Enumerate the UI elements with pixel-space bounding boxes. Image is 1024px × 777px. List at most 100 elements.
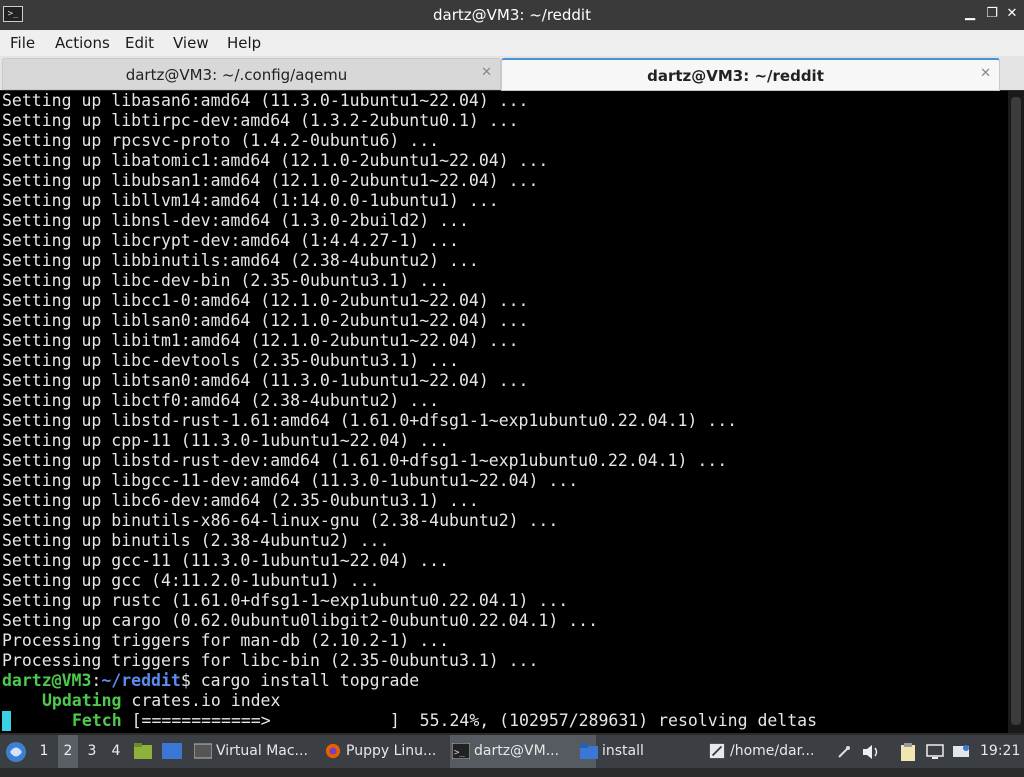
volume-icon bbox=[863, 745, 878, 759]
tab-aqemu[interactable]: dartz@VM3: ~/.config/aqemu ✕ bbox=[2, 58, 501, 90]
terminal-line: Setting up gcc (4:11.2.0-1ubuntu1) ... bbox=[2, 571, 380, 590]
menu-view[interactable]: View bbox=[173, 34, 209, 52]
terminal-line: Setting up libllvm14:amd64 (1:14.0.0-1ub… bbox=[2, 191, 499, 210]
tray-volume[interactable] bbox=[862, 735, 884, 768]
virtual-machine-icon bbox=[194, 743, 212, 759]
task-puppy-linux[interactable]: Puppy Linu... bbox=[322, 735, 468, 768]
terminal-line: Setting up gcc-11 (11.3.0-1ubuntu1~22.04… bbox=[2, 551, 450, 570]
task-install-folder[interactable]: install bbox=[578, 735, 724, 768]
close-button[interactable]: ✕ bbox=[1004, 6, 1020, 22]
terminal-line: Setting up libnsl-dev:amd64 (1.3.0-2buil… bbox=[2, 211, 469, 230]
terminal-line: Setting up libstd-rust-1.61:amd64 (1.61.… bbox=[2, 411, 738, 430]
terminal-icon: >_ bbox=[452, 743, 470, 759]
svg-text:>_: >_ bbox=[454, 748, 465, 758]
terminal-line: Setting up libcc1-0:amd64 (12.1.0-2ubunt… bbox=[2, 291, 529, 310]
terminal-line: Setting up binutils-x86-64-linux-gnu (2.… bbox=[2, 511, 559, 530]
tab-bar: dartz@VM3: ~/.config/aqemu ✕ dartz@VM3: … bbox=[0, 56, 1024, 91]
terminal-scrollbar[interactable] bbox=[1008, 91, 1024, 733]
start-menu-icon bbox=[6, 742, 26, 762]
file-manager-icon bbox=[134, 743, 152, 759]
clipboard-icon bbox=[901, 743, 915, 761]
workspace-4[interactable]: 4 bbox=[106, 735, 126, 768]
task-label: install bbox=[602, 743, 644, 759]
display-icon bbox=[926, 744, 944, 759]
terminal-line: Setting up libc-devtools (2.35-0ubuntu3.… bbox=[2, 351, 459, 370]
command-text: cargo install topgrade bbox=[190, 671, 420, 690]
color-picker-icon bbox=[838, 746, 850, 758]
fetch-label: Fetch bbox=[72, 711, 122, 730]
tab-reddit[interactable]: dartz@VM3: ~/reddit ✕ bbox=[501, 58, 1000, 91]
terminal-line: Processing triggers for libc-bin (2.35-0… bbox=[2, 651, 539, 670]
terminal-cursor bbox=[2, 711, 11, 731]
terminal-line: Setting up cargo (0.62.0ubuntu0libgit2-0… bbox=[2, 611, 599, 630]
terminal-output[interactable]: Setting up libasan6:amd64 (11.3.0-1ubunt… bbox=[0, 91, 1008, 733]
show-desktop-button[interactable] bbox=[162, 735, 184, 768]
taskbar: 1 2 3 4 Virtual Mac... Puppy Linu... >_ … bbox=[0, 735, 1024, 768]
terminal-line: Setting up binutils (2.38-4ubuntu2) ... bbox=[2, 531, 390, 550]
terminal-line: Setting up cpp-11 (11.3.0-1ubuntu1~22.04… bbox=[2, 431, 450, 450]
window-titlebar[interactable]: >_ dartz@VM3: ~/reddit ▁ ❐ ✕ bbox=[0, 0, 1024, 30]
task-label: Virtual Mac... bbox=[216, 743, 308, 759]
prompt-symbol: $ bbox=[180, 671, 191, 690]
task-label: /home/dar... bbox=[730, 743, 815, 759]
network-icon bbox=[953, 745, 969, 757]
prompt-line: dartz@VM3:~/reddit$ cargo install topgra… bbox=[2, 671, 419, 691]
terminal-line: Setting up libc-dev-bin (2.35-0ubuntu3.1… bbox=[2, 271, 450, 290]
workspace-1[interactable]: 1 bbox=[34, 735, 54, 768]
task-label: Puppy Linu... bbox=[346, 743, 437, 759]
terminal-line: Setting up libatomic1:amd64 (12.1.0-2ubu… bbox=[2, 151, 549, 170]
maximize-button[interactable]: ❐ bbox=[984, 6, 1000, 22]
menu-edit[interactable]: Edit bbox=[125, 34, 154, 52]
file-manager-launcher[interactable] bbox=[134, 735, 156, 768]
clock[interactable]: 19:21 bbox=[980, 735, 1020, 768]
text-editor-icon bbox=[709, 743, 725, 759]
prompt-user: dartz@VM3 bbox=[2, 671, 92, 690]
desktop-icon bbox=[162, 743, 182, 759]
window-title: dartz@VM3: ~/reddit bbox=[433, 6, 591, 24]
prompt-path: ~/reddit bbox=[101, 671, 181, 690]
tab-close-icon[interactable]: ✕ bbox=[980, 66, 991, 81]
workspace-3[interactable]: 3 bbox=[82, 735, 102, 768]
tab-close-icon[interactable]: ✕ bbox=[481, 65, 492, 80]
workspace-2[interactable]: 2 bbox=[58, 735, 78, 768]
tray-color-picker[interactable] bbox=[836, 735, 858, 768]
terminal-line: Setting up libctf0:amd64 (2.38-4ubuntu2)… bbox=[2, 391, 440, 410]
scrollbar-thumb[interactable] bbox=[1011, 97, 1021, 725]
terminal-line: Setting up rpcsvc-proto (1.4.2-0ubuntu6)… bbox=[2, 131, 440, 150]
terminal-line: Setting up liblsan0:amd64 (12.1.0-2ubunt… bbox=[2, 311, 529, 330]
tab-label: dartz@VM3: ~/.config/aqemu bbox=[125, 66, 348, 84]
prompt-separator: : bbox=[91, 671, 102, 690]
menu-bar: File Actions Edit View Help bbox=[0, 30, 1024, 57]
task-terminal[interactable]: >_ dartz@VM... bbox=[450, 735, 596, 768]
terminal-line: Setting up rustc (1.61.0+dfsg1-1~exp1ubu… bbox=[2, 591, 569, 610]
updating-line: Updating crates.io index bbox=[42, 691, 280, 711]
updating-text: crates.io index bbox=[121, 691, 281, 710]
updating-label: Updating bbox=[42, 691, 122, 710]
start-menu-button[interactable] bbox=[4, 735, 30, 768]
menu-actions[interactable]: Actions bbox=[55, 34, 110, 52]
minimize-button[interactable]: ▁ bbox=[962, 6, 978, 22]
menu-file[interactable]: File bbox=[10, 34, 35, 52]
tab-label: dartz@VM3: ~/reddit bbox=[647, 67, 824, 85]
task-text-editor[interactable]: /home/dar... bbox=[706, 735, 854, 768]
fetch-progress-text: [============> ] 55.24%, (102957/289631)… bbox=[121, 711, 818, 730]
terminal-line: Setting up libbinutils:amd64 (2.38-4ubun… bbox=[2, 251, 479, 270]
terminal-line: Setting up libitm1:amd64 (12.1.0-2ubuntu… bbox=[2, 331, 519, 350]
terminal-line: Processing triggers for man-db (2.10.2-1… bbox=[2, 631, 450, 650]
terminal-line: Setting up libtsan0:amd64 (11.3.0-1ubunt… bbox=[2, 371, 529, 390]
terminal-line: Setting up libstd-rust-dev:amd64 (1.61.0… bbox=[2, 451, 728, 470]
menu-help[interactable]: Help bbox=[227, 34, 261, 52]
terminal-line: Setting up libgcc-11-dev:amd64 (11.3.0-1… bbox=[2, 471, 579, 490]
terminal-line: Setting up libtirpc-dev:amd64 (1.3.2-2ub… bbox=[2, 111, 519, 130]
folder-icon bbox=[580, 743, 598, 759]
tray-clipboard[interactable] bbox=[900, 735, 922, 768]
terminal-line: Setting up libc6-dev:amd64 (2.35-0ubuntu… bbox=[2, 491, 479, 510]
terminal-line: Setting up libubsan1:amd64 (12.1.0-2ubun… bbox=[2, 171, 539, 190]
tray-network[interactable] bbox=[952, 735, 974, 768]
task-virtual-machine[interactable]: Virtual Mac... bbox=[192, 735, 338, 768]
tray-display[interactable] bbox=[926, 735, 948, 768]
terminal-line: Setting up libasan6:amd64 (11.3.0-1ubunt… bbox=[2, 91, 529, 110]
task-label: dartz@VM... bbox=[474, 743, 560, 759]
terminal-line: Setting up libcrypt-dev:amd64 (1:4.4.27-… bbox=[2, 231, 459, 250]
firefox-icon bbox=[325, 743, 341, 759]
